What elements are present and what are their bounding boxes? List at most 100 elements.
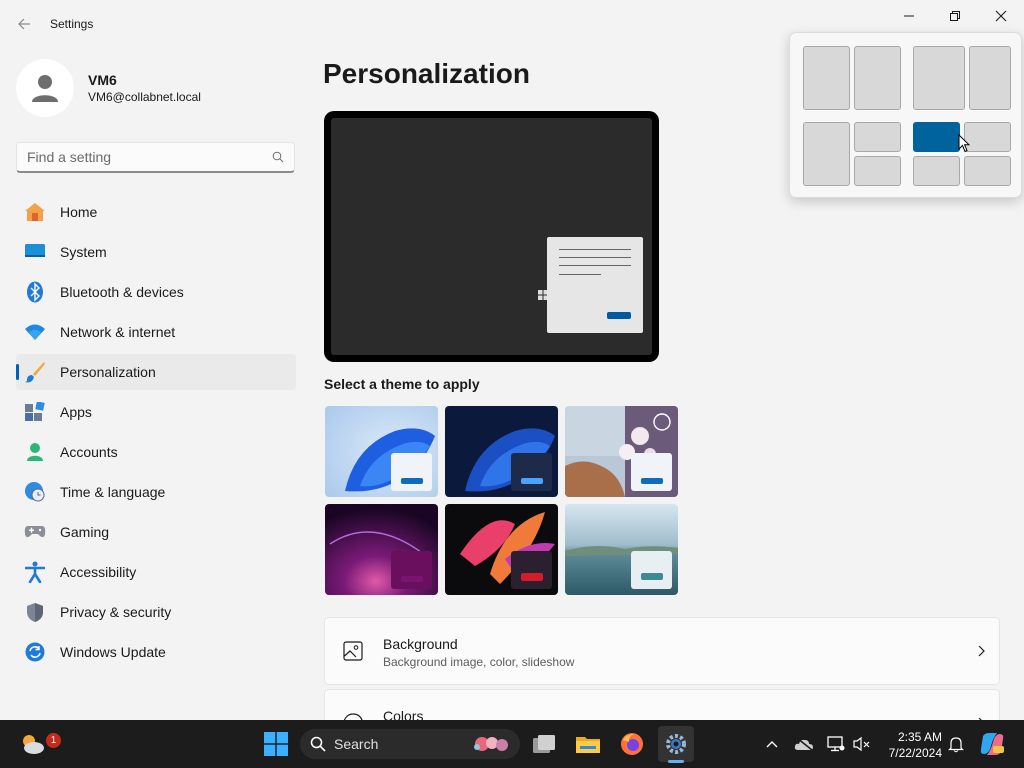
notification-badge: 1 (46, 733, 61, 748)
back-button[interactable] (12, 12, 36, 36)
active-indicator (668, 760, 684, 763)
theme-windows-dark[interactable] (445, 406, 558, 497)
sidebar-item-personalization[interactable]: Personalization (16, 354, 296, 390)
close-button[interactable] (978, 4, 1024, 28)
avatar (16, 59, 74, 117)
sidebar-item-apps[interactable]: Apps (16, 394, 296, 430)
preview-button (607, 312, 631, 319)
folder-icon (576, 737, 600, 753)
settings-taskbar-button[interactable] (658, 726, 694, 763)
volume-muted-icon (853, 736, 870, 752)
show-hidden-icons-button[interactable] (762, 734, 782, 754)
snap-zone[interactable] (854, 156, 901, 186)
bell-icon (948, 737, 964, 753)
firefox-icon (621, 733, 643, 755)
sidebar-item-gaming[interactable]: Gaming (16, 514, 296, 550)
snap-zone[interactable] (803, 122, 850, 186)
background-setting[interactable]: Background Background image, color, slid… (324, 617, 1000, 685)
snap-zone[interactable] (964, 156, 1011, 186)
theme-flow[interactable] (565, 504, 678, 595)
sidebar-item-windows-update[interactable]: Windows Update (16, 634, 296, 670)
background-subtitle: Background image, color, slideshow (383, 655, 575, 669)
preview-desktop (331, 118, 652, 355)
file-explorer-button[interactable] (570, 726, 606, 762)
sidebar-item-label: System (60, 244, 107, 260)
picture-icon (343, 641, 363, 666)
update-icon (24, 641, 46, 663)
minimize-button[interactable] (886, 4, 932, 28)
snap-zone[interactable] (854, 122, 901, 152)
user-email: VM6@collabnet.local (88, 90, 201, 104)
onedrive-button[interactable] (794, 734, 814, 754)
mouse-cursor-icon (958, 134, 970, 153)
sidebar-item-system[interactable]: System (16, 234, 296, 270)
snap-zone[interactable] (913, 156, 960, 186)
volume-button[interactable] (852, 734, 872, 754)
sidebar-item-label: Windows Update (60, 644, 166, 660)
person-icon (32, 75, 58, 102)
snap-zone[interactable] (854, 46, 901, 110)
theme-spotlight[interactable] (565, 406, 678, 497)
sidebar-item-privacy[interactable]: Privacy & security (16, 594, 296, 630)
search-field[interactable] (16, 142, 295, 173)
sidebar-item-time-language[interactable]: Time & language (16, 474, 296, 510)
brush-icon (24, 361, 46, 383)
taskbar: 1 Search 2:35 AM 7/22/2024 (0, 720, 1024, 768)
taskbar-search[interactable]: Search (300, 729, 520, 759)
restore-button[interactable] (932, 4, 978, 28)
sidebar-item-accounts[interactable]: Accounts (16, 434, 296, 470)
theme-captured-motion[interactable] (445, 504, 558, 595)
sidebar-item-home[interactable]: Home (16, 194, 296, 230)
snap-zone[interactable] (803, 46, 850, 110)
firefox-button[interactable] (614, 726, 650, 762)
sidebar-item-label: Accounts (60, 444, 118, 460)
sidebar-item-network[interactable]: Network & internet (16, 314, 296, 350)
gamepad-icon (24, 521, 46, 543)
close-icon (995, 10, 1007, 22)
sidebar-item-bluetooth[interactable]: Bluetooth & devices (16, 274, 296, 310)
apps-icon (24, 401, 46, 423)
sidebar-item-label: Network & internet (60, 324, 176, 340)
minimize-icon (904, 15, 914, 17)
weather-icon (23, 735, 44, 754)
sidebar: VM6 VM6@collabnet.local Home System Blue… (0, 48, 310, 720)
page-title: Personalization (323, 58, 530, 89)
back-arrow-icon (18, 18, 30, 30)
gear-icon (666, 734, 686, 754)
sidebar-item-label: Time & language (60, 484, 166, 500)
copilot-button[interactable] (974, 726, 1010, 762)
chevron-right-icon (977, 644, 985, 662)
weather-widget[interactable]: 1 (14, 726, 61, 762)
user-profile[interactable]: VM6 VM6@collabnet.local (16, 58, 201, 118)
sidebar-item-label: Gaming (60, 524, 110, 540)
globe-clock-icon (24, 481, 46, 503)
notifications-button[interactable] (946, 734, 966, 754)
accessibility-icon (24, 561, 46, 583)
network-icon (827, 736, 845, 752)
app-title: Settings (50, 17, 94, 31)
windows-logo-icon (264, 732, 288, 756)
clock-time: 2:35 AM (897, 730, 942, 744)
network-button[interactable] (826, 734, 846, 754)
theme-windows-light[interactable] (325, 406, 438, 497)
sidebar-item-label: Accessibility (60, 564, 137, 580)
theme-preview (324, 111, 659, 362)
snap-zone[interactable] (913, 46, 965, 110)
start-button[interactable] (258, 726, 294, 762)
snap-zone-selected[interactable] (913, 122, 960, 152)
theme-grid (325, 406, 678, 595)
theme-glow[interactable] (325, 504, 438, 595)
nav-list: Home System Bluetooth & devices Network … (16, 194, 296, 674)
sidebar-item-label: Bluetooth & devices (60, 284, 184, 300)
chevron-up-icon (766, 741, 778, 748)
task-view-button[interactable] (526, 726, 562, 762)
copilot-icon (980, 733, 1004, 755)
themes-label: Select a theme to apply (324, 376, 480, 392)
snap-zone[interactable] (969, 46, 1011, 110)
search-input[interactable] (27, 149, 272, 165)
clock[interactable]: 2:35 AM 7/22/2024 (884, 729, 942, 761)
snap-zone[interactable] (964, 122, 1011, 152)
wifi-icon (24, 321, 46, 343)
sidebar-item-label: Home (60, 204, 98, 220)
sidebar-item-accessibility[interactable]: Accessibility (16, 554, 296, 590)
